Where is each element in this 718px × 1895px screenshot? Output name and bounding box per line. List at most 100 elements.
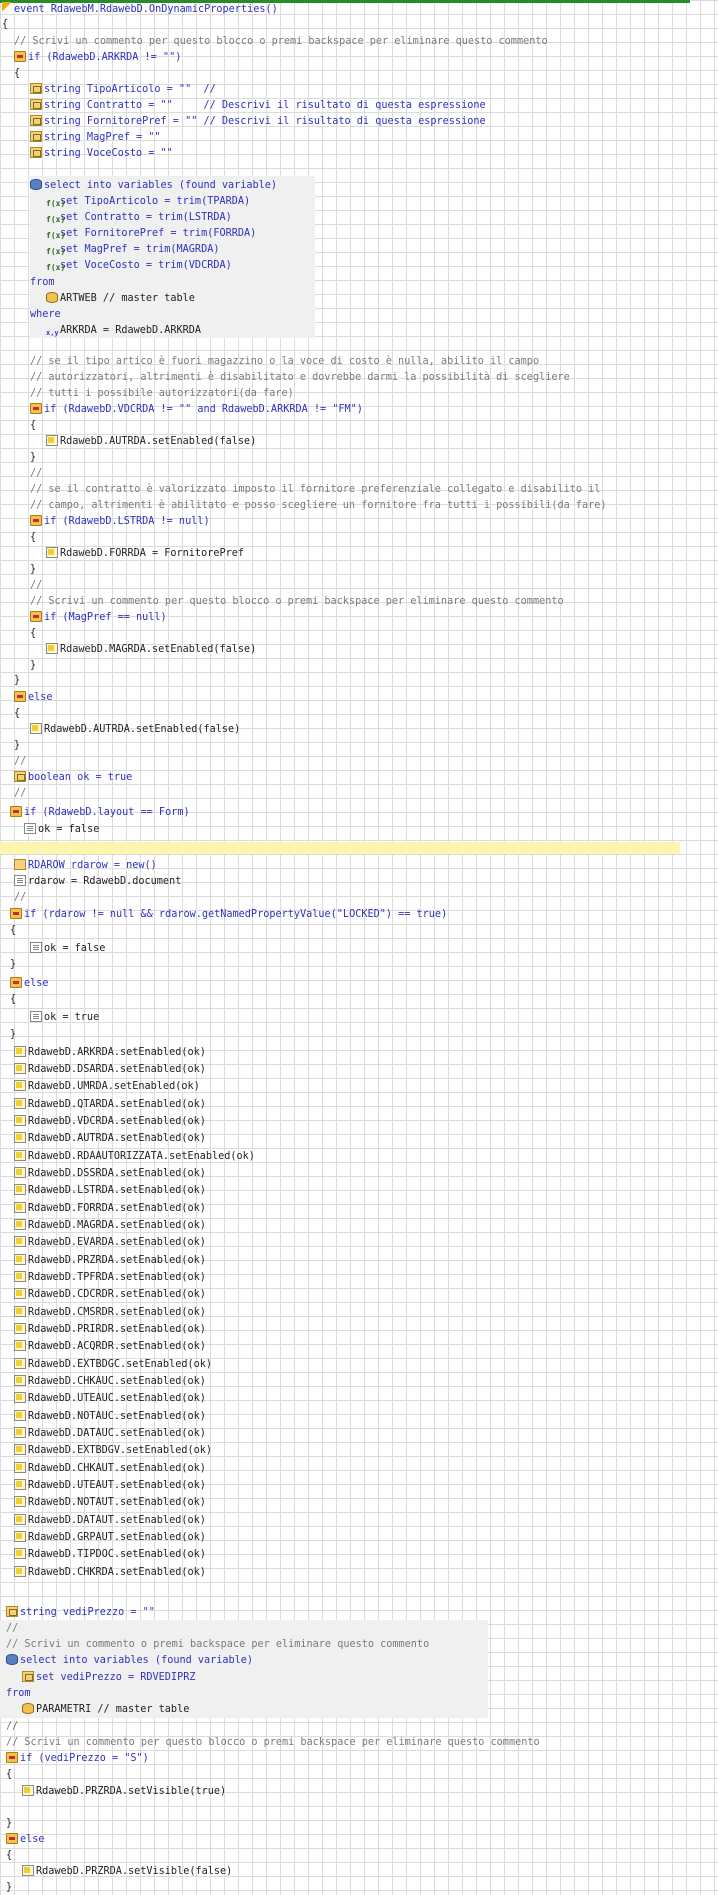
code-line[interactable]: { (30, 530, 36, 545)
code-line[interactable]: RdawebD.UMRDA.setEnabled(ok) (14, 1079, 200, 1094)
code-line[interactable]: f(x)set Contratto = trim(LSTRDA) (46, 210, 232, 225)
code-line[interactable]: RdawebD.TIPDOC.setEnabled(ok) (14, 1547, 206, 1562)
code-line[interactable]: // se il contratto è valorizzato imposto… (30, 482, 600, 497)
code-line[interactable]: from (6, 1686, 31, 1701)
code-line[interactable]: // se il tipo artico è fuori magazzino o… (30, 354, 539, 369)
code-line[interactable]: if (RdawebD.LSTRDA != null) (30, 514, 210, 529)
code-line[interactable]: RdawebD.ACQRDR.setEnabled(ok) (14, 1339, 206, 1354)
code-line[interactable]: string Contratto = "" // Descrivi il ris… (30, 98, 486, 113)
code-line[interactable]: { (6, 1767, 12, 1782)
code-line[interactable]: { (10, 992, 16, 1007)
code-line[interactable]: RdawebD.CHKAUC.setEnabled(ok) (14, 1374, 206, 1389)
code-line[interactable]: // (14, 786, 26, 801)
code-line[interactable]: // (14, 754, 26, 769)
code-line[interactable]: RdawebD.QTARDA.setEnabled(ok) (14, 1097, 206, 1112)
code-line[interactable]: // autorizzatori, altrimenti è disabilit… (30, 370, 570, 385)
code-line[interactable]: if (RdawebD.ARKRDA != "") (14, 50, 181, 65)
code-line[interactable]: { (2, 17, 8, 32)
code-line[interactable]: } (30, 450, 36, 465)
code-line[interactable]: // (30, 466, 42, 481)
code-line[interactable]: RdawebD.FORRDA = FornitorePref (46, 546, 244, 561)
code-line[interactable]: RdawebD.DATAUT.setEnabled(ok) (14, 1513, 206, 1528)
code-line[interactable]: select into variables (found variable) (30, 178, 277, 193)
code-line[interactable]: RdawebD.NOTAUT.setEnabled(ok) (14, 1495, 206, 1510)
code-line[interactable]: f(x)set FornitorePref = trim(FORRDA) (46, 226, 256, 241)
code-line[interactable]: RdawebD.TPFRDA.setEnabled(ok) (14, 1270, 206, 1285)
code-line[interactable]: RdawebD.CDCRDR.setEnabled(ok) (14, 1287, 206, 1302)
code-line[interactable]: RdawebD.UTEAUT.setEnabled(ok) (14, 1478, 206, 1493)
code-line[interactable]: f(x)set VoceCosto = trim(VDCRDA) (46, 258, 232, 273)
code-line[interactable]: RdawebD.EVARDA.setEnabled(ok) (14, 1235, 206, 1250)
code-line[interactable]: rdarow = RdawebD.document (14, 874, 181, 889)
code-line[interactable]: { (6, 1848, 12, 1863)
code-line[interactable]: RdawebD.PRIRDR.setEnabled(ok) (14, 1322, 206, 1337)
code-line[interactable]: f(x)set MagPref = trim(MAGRDA) (46, 242, 219, 257)
code-line[interactable]: } (14, 673, 20, 688)
code-line[interactable]: { (30, 626, 36, 641)
code-editor[interactable]: event RdawebM.RdawebD.OnDynamicPropertie… (0, 0, 690, 1894)
code-line[interactable]: RdawebD.PRZRDA.setEnabled(ok) (14, 1253, 206, 1268)
code-line[interactable]: RdawebD.MAGRDA.setEnabled(false) (46, 642, 256, 657)
code-line[interactable]: ok = true (30, 1010, 99, 1025)
code-line[interactable]: } (6, 1880, 12, 1895)
code-line[interactable]: boolean ok = true (14, 770, 132, 785)
code-line[interactable]: RdawebD.AUTRDA.setEnabled(false) (30, 722, 240, 737)
code-line[interactable]: if (RdawebD.VDCRDA != "" and RdawebD.ARK… (30, 402, 363, 417)
code-line[interactable]: } (10, 957, 16, 972)
code-line[interactable]: // Scrivi un commento per questo blocco … (6, 1735, 540, 1750)
code-line[interactable]: // (6, 1719, 18, 1734)
code-line[interactable]: f(x)set TipoArticolo = trim(TPARDA) (46, 194, 250, 209)
code-line[interactable]: // (14, 890, 26, 905)
code-line[interactable]: x,yARKRDA = RdawebD.ARKRDA (46, 323, 201, 338)
code-line[interactable]: // campo, altrimenti è abilitato e posso… (30, 498, 607, 513)
code-line[interactable]: string TipoArticolo = "" // (30, 82, 216, 97)
code-line[interactable]: RdawebD.PRZRDA.setVisible(false) (22, 1864, 232, 1879)
code-line[interactable]: PARAMETRI // master table (22, 1702, 189, 1717)
code-line[interactable]: } (30, 562, 36, 577)
code-line[interactable]: } (6, 1816, 12, 1831)
code-line[interactable]: { (14, 66, 20, 81)
code-line[interactable]: RdawebD.GRPAUT.setEnabled(ok) (14, 1530, 206, 1545)
code-line[interactable]: RdawebD.DSSRDA.setEnabled(ok) (14, 1166, 206, 1181)
code-line[interactable]: RdawebD.DSARDA.setEnabled(ok) (14, 1062, 206, 1077)
code-line[interactable]: RdawebD.CMSRDR.setEnabled(ok) (14, 1305, 206, 1320)
code-line[interactable]: RdawebD.EXTBDGV.setEnabled(ok) (14, 1443, 212, 1458)
code-line[interactable]: RdawebD.AUTRDA.setEnabled(false) (46, 434, 256, 449)
code-line[interactable]: // Scrivi un commento o premi backspace … (6, 1637, 429, 1652)
code-line[interactable]: event RdawebM.RdawebD.OnDynamicPropertie… (2, 2, 278, 17)
code-line[interactable]: { (10, 923, 16, 938)
code-line[interactable]: RdawebD.EXTBDGC.setEnabled(ok) (14, 1357, 212, 1372)
code-line[interactable]: select into variables (found variable) (6, 1653, 253, 1668)
code-line[interactable]: if (rdarow != null && rdarow.getNamedPro… (10, 907, 447, 922)
code-line[interactable]: RdawebD.AUTRDA.setEnabled(ok) (14, 1131, 206, 1146)
code-line[interactable]: } (30, 658, 36, 673)
code-line[interactable]: RdawebD.UTEAUC.setEnabled(ok) (14, 1391, 206, 1406)
code-line[interactable]: where (30, 307, 61, 322)
code-line[interactable]: else (10, 976, 49, 991)
code-line[interactable]: } (14, 738, 20, 753)
code-line[interactable]: // (6, 1621, 18, 1636)
code-line[interactable]: from (30, 275, 55, 290)
code-line[interactable]: ok = false (24, 822, 99, 837)
code-line[interactable]: else (6, 1832, 45, 1847)
code-line[interactable]: RdawebD.DATAUC.setEnabled(ok) (14, 1426, 206, 1441)
code-line[interactable]: RdawebD.NOTAUC.setEnabled(ok) (14, 1409, 206, 1424)
code-line[interactable]: string MagPref = "" (30, 130, 161, 145)
code-line[interactable]: RdawebD.RDAAUTORIZZATA.setEnabled(ok) (14, 1149, 255, 1164)
code-line[interactable]: else (14, 690, 53, 705)
code-line[interactable]: ok = false (30, 941, 105, 956)
code-line[interactable]: } (10, 1027, 16, 1042)
code-line[interactable]: { (14, 706, 20, 721)
code-line[interactable]: RdawebD.ARKRDA.setEnabled(ok) (14, 1045, 206, 1060)
code-line[interactable]: if (MagPref == null) (30, 610, 167, 625)
code-line[interactable]: if (RdawebD.layout == Form) (10, 805, 190, 820)
code-line[interactable]: RdawebD.MAGRDA.setEnabled(ok) (14, 1218, 206, 1233)
code-line[interactable]: // tutti i possibile autorizzatori(da fa… (30, 386, 294, 401)
code-line[interactable]: if (vediPrezzo = "S") (6, 1751, 149, 1766)
code-line[interactable]: string vediPrezzo = "" (6, 1605, 155, 1620)
code-line[interactable]: RdawebD.PRZRDA.setVisible(true) (22, 1784, 226, 1799)
code-line[interactable]: string VoceCosto = "" (30, 146, 173, 161)
code-line[interactable]: { (30, 418, 36, 433)
code-line[interactable]: string FornitorePref = "" // Descrivi il… (30, 114, 486, 129)
code-line[interactable]: // Scrivi un commento per questo blocco … (30, 594, 564, 609)
